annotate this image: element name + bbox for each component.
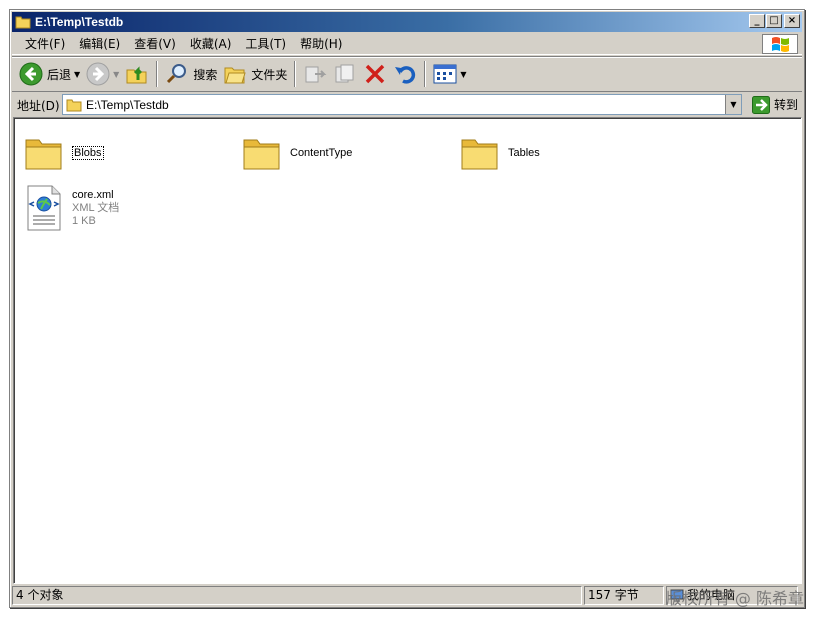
- chevron-down-icon[interactable]: ▼: [113, 70, 119, 79]
- folder-item-contenttype[interactable]: ContentType: [242, 134, 352, 172]
- watermark-text: 版权所有 @ 陈希章: [665, 589, 804, 608]
- address-bar: 地址(D) E:\Temp\Testdb ▼ 转到: [12, 93, 802, 117]
- menu-tools[interactable]: 工具(T): [238, 33, 293, 54]
- folder-item-tables[interactable]: Tables: [460, 134, 540, 172]
- folder-icon: [243, 139, 280, 170]
- folder-icon: [461, 139, 498, 170]
- folders-label: 文件夹: [251, 67, 288, 82]
- maximize-button[interactable]: □: [766, 14, 782, 28]
- menu-edit[interactable]: 编辑(E): [72, 33, 127, 54]
- folder-name: Tables: [508, 147, 540, 159]
- chevron-down-icon[interactable]: ▼: [460, 70, 466, 79]
- windows-flag-icon: [772, 37, 789, 52]
- views-button[interactable]: ▼: [430, 59, 469, 89]
- search-label: 搜索: [193, 67, 218, 82]
- folder-icon: [25, 139, 62, 170]
- folder-item-blobs[interactable]: Blobs: [24, 134, 104, 172]
- up-folder-button[interactable]: [122, 59, 152, 89]
- move-to-button[interactable]: [300, 59, 330, 89]
- undo-icon: [395, 66, 416, 84]
- title-bar[interactable]: E:\Temp\Testdb _ □ ×: [12, 12, 802, 32]
- forward-button[interactable]: ▼: [83, 59, 122, 89]
- file-size: 1 KB: [72, 214, 96, 227]
- folders-icon: [224, 67, 247, 84]
- folder-icon: [15, 16, 31, 29]
- folder-name: ContentType: [290, 147, 353, 159]
- menu-bar: 文件(F) 编辑(E) 查看(V) 收藏(A) 工具(T) 帮助(H): [12, 33, 802, 55]
- menu-file[interactable]: 文件(F): [18, 33, 72, 54]
- address-dropdown-button[interactable]: ▼: [725, 95, 741, 114]
- copy-to-button[interactable]: [330, 59, 360, 89]
- go-arrow-icon: [751, 95, 770, 114]
- file-name: core.xml: [72, 188, 114, 201]
- menu-view[interactable]: 查看(V): [127, 33, 183, 54]
- windows-logo: [762, 34, 798, 54]
- folder-name: Blobs: [72, 146, 104, 160]
- toolbar-separator: [156, 61, 159, 87]
- address-input[interactable]: E:\Temp\Testdb ▼: [62, 94, 742, 115]
- status-total-size: 157 字节: [584, 586, 664, 605]
- copy-to-icon: [335, 64, 354, 83]
- address-label: 地址(D): [17, 98, 60, 113]
- window-title: E:\Temp\Testdb: [35, 15, 124, 29]
- file-item-core-xml[interactable]: core.xml XML 文档 1 KB: [24, 184, 119, 232]
- folder-icon: [66, 99, 82, 111]
- menu-help[interactable]: 帮助(H): [293, 33, 349, 54]
- xml-file-icon: [27, 185, 61, 231]
- explorer-window: E:\Temp\Testdb _ □ × 文件(F) 编辑(E) 查看(V) 收…: [9, 9, 805, 608]
- delete-x-icon: [366, 64, 385, 84]
- menu-favorites[interactable]: 收藏(A): [183, 33, 239, 54]
- toolbar: 后退 ▼ ▼ 搜索 文件夹 ▼: [12, 56, 802, 92]
- file-list-area[interactable]: Blobs ContentType Tables core.xml XML 文档…: [13, 117, 802, 584]
- forward-arrow-icon: [86, 62, 110, 86]
- delete-button[interactable]: [360, 59, 390, 89]
- toolbar-separator: [424, 61, 427, 87]
- status-object-count: 4 个对象: [12, 586, 582, 605]
- back-label: 后退: [47, 67, 72, 82]
- undo-button[interactable]: [390, 59, 420, 89]
- back-arrow-icon: [19, 62, 43, 86]
- folders-button[interactable]: 文件夹: [220, 59, 290, 89]
- toolbar-separator: [294, 61, 297, 87]
- close-button[interactable]: ×: [784, 14, 800, 28]
- minimize-button[interactable]: _: [749, 14, 765, 28]
- address-value: E:\Temp\Testdb: [86, 97, 169, 112]
- move-to-icon: [305, 66, 327, 83]
- search-button[interactable]: 搜索: [162, 59, 220, 89]
- go-label: 转到: [773, 98, 798, 112]
- folder-up-icon: [126, 66, 147, 84]
- back-button[interactable]: 后退 ▼: [16, 59, 83, 89]
- file-type: XML 文档: [72, 201, 120, 214]
- go-button[interactable]: 转到: [751, 94, 798, 115]
- views-grid-icon: [433, 64, 457, 84]
- search-icon: [167, 64, 187, 84]
- chevron-down-icon[interactable]: ▼: [74, 70, 80, 79]
